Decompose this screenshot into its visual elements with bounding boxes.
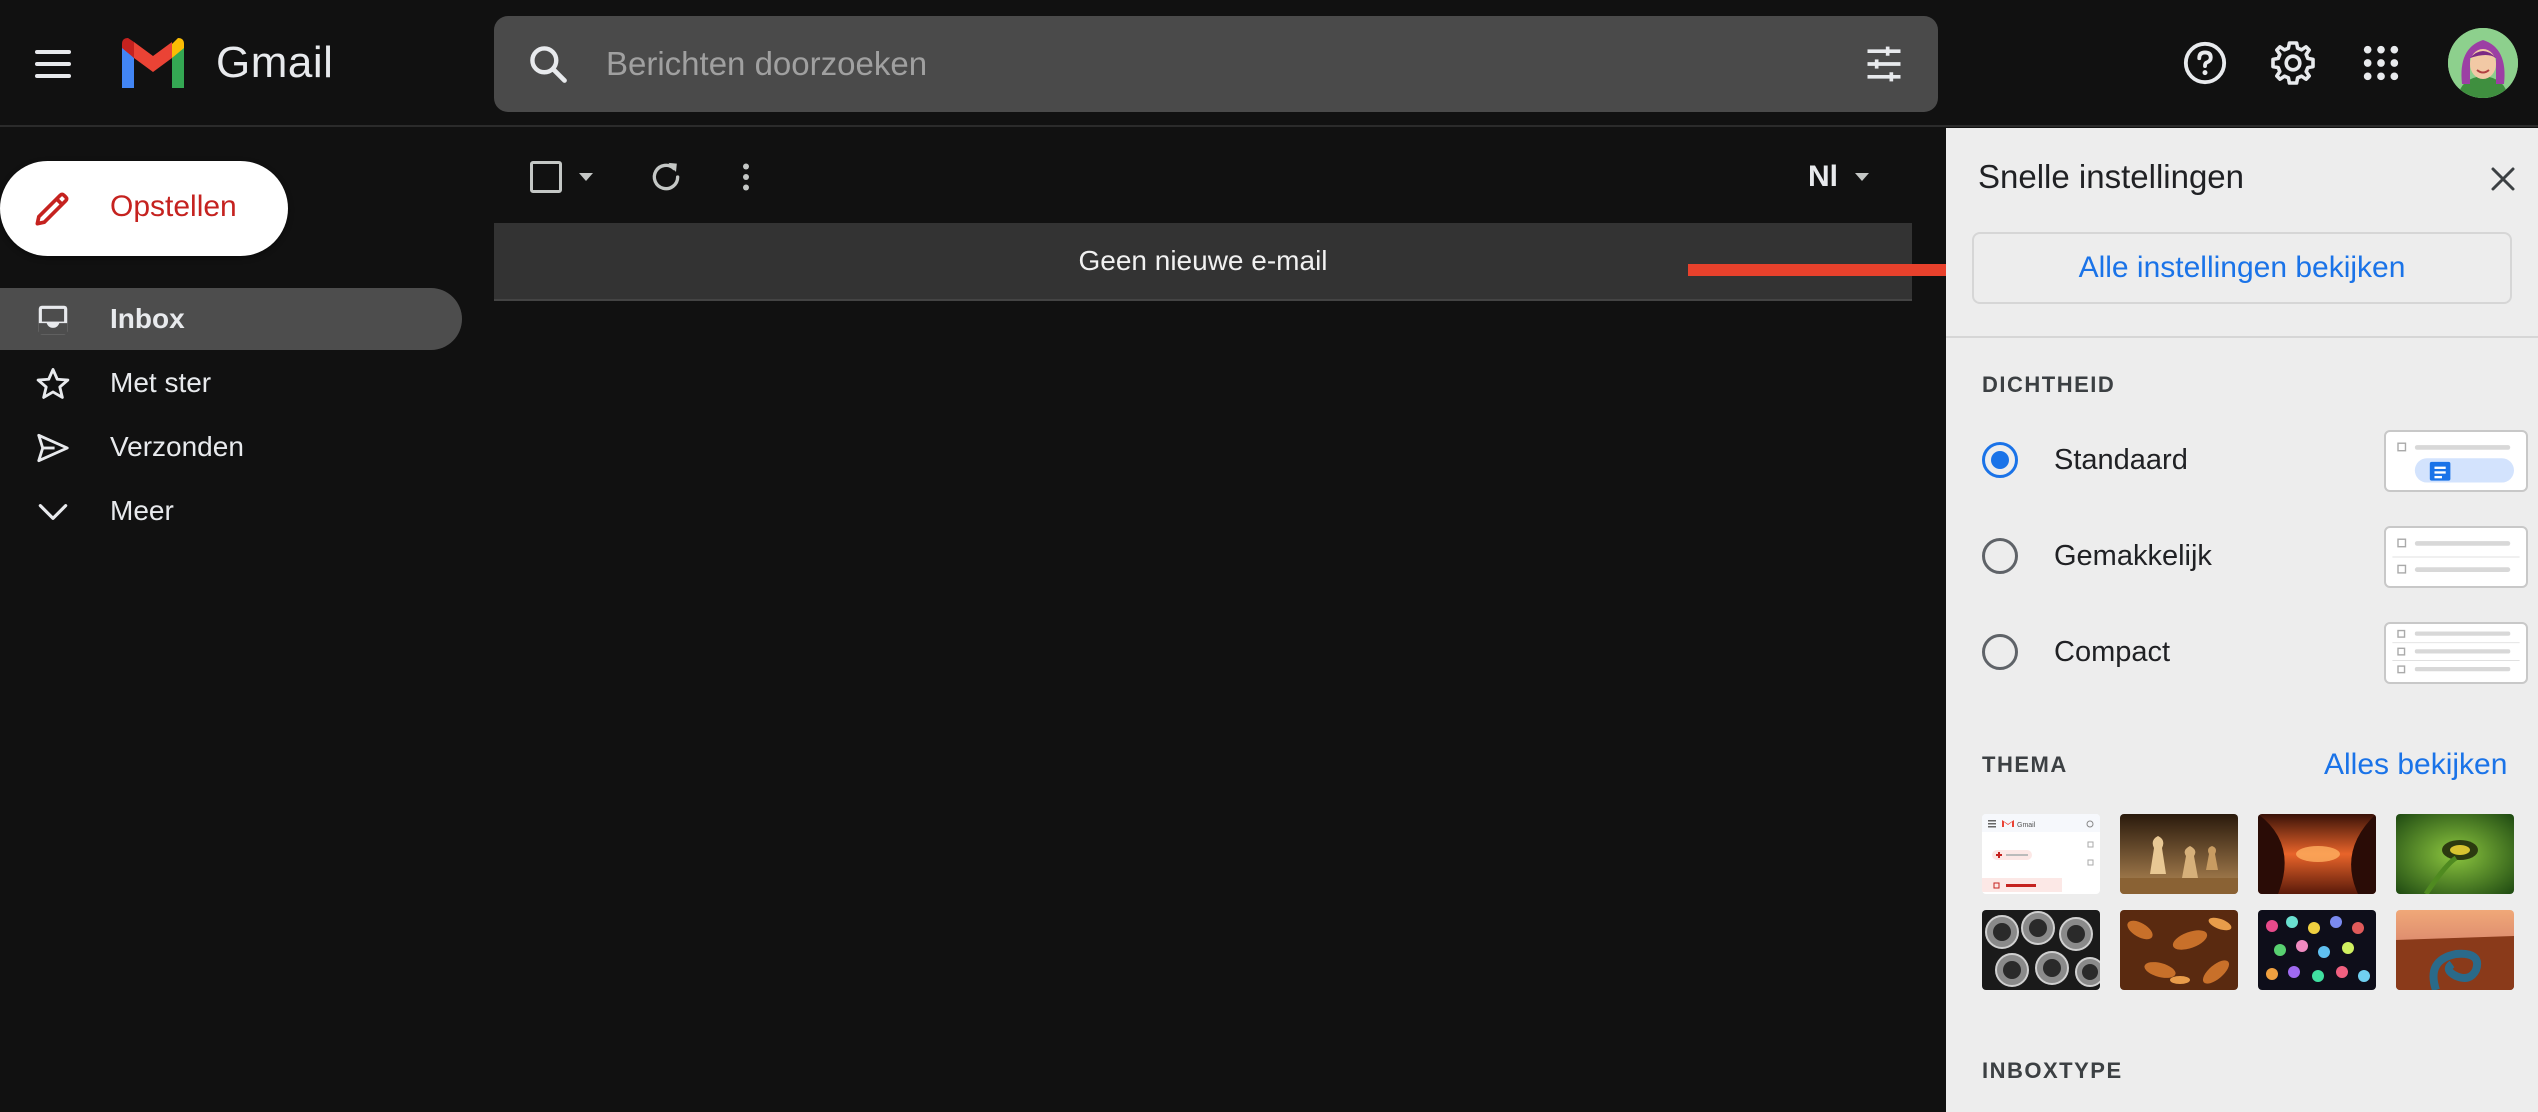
panel-title: Snelle instellingen bbox=[1978, 158, 2245, 195]
refresh-icon[interactable] bbox=[646, 157, 686, 197]
theme-lights-thumbnail[interactable] bbox=[2258, 910, 2376, 990]
divider bbox=[1946, 336, 2538, 338]
gear-icon bbox=[2271, 41, 2315, 85]
pencil-icon bbox=[35, 192, 69, 226]
svg-text:Gmail: Gmail bbox=[2017, 822, 2036, 829]
sidebar-item-sent[interactable]: Verzonden bbox=[0, 416, 462, 478]
density-preview-compact-icon bbox=[2384, 622, 2528, 684]
sidebar-item-label: Met ster bbox=[110, 367, 212, 398]
quick-settings-panel: Snelle instellingen Alle instellingen be… bbox=[1946, 128, 2538, 1112]
density-option-comfortable[interactable]: Gemakkelijk bbox=[1982, 526, 2528, 588]
account-avatar[interactable] bbox=[2448, 28, 2518, 98]
compose-button[interactable]: Opstellen bbox=[0, 161, 288, 256]
search-icon[interactable] bbox=[526, 42, 570, 86]
apps-grid-icon bbox=[2363, 45, 2399, 81]
settings-button[interactable] bbox=[2262, 32, 2324, 94]
density-preview-comfortable-icon bbox=[2384, 526, 2528, 588]
sidebar-item-label: Inbox bbox=[110, 303, 185, 334]
density-label: Gemakkelijk bbox=[2054, 540, 2212, 572]
density-label: Compact bbox=[2054, 636, 2171, 668]
theme-canyon-thumbnail[interactable] bbox=[2258, 814, 2376, 894]
hamburger-icon bbox=[35, 50, 71, 54]
main-menu-button[interactable] bbox=[22, 33, 84, 95]
theme-see-all-link[interactable]: Alles bekijken bbox=[2324, 748, 2507, 782]
inbox-type-section-label: INBOXTYPE bbox=[1982, 1058, 2123, 1083]
theme-bend-thumbnail[interactable] bbox=[2396, 910, 2514, 990]
theme-insect-thumbnail[interactable] bbox=[2396, 814, 2514, 894]
star-icon bbox=[36, 368, 70, 399]
density-radio[interactable] bbox=[1982, 442, 2018, 478]
more-vert-icon[interactable] bbox=[728, 157, 764, 197]
help-icon bbox=[2183, 41, 2227, 85]
sidebar-item-label: Meer bbox=[110, 495, 174, 526]
density-option-compact[interactable]: Compact bbox=[1982, 622, 2528, 684]
theme-leaves-thumbnail[interactable] bbox=[2120, 910, 2238, 990]
density-section-label: DICHTHEID bbox=[1982, 372, 2116, 397]
density-radio[interactable] bbox=[1982, 538, 2018, 574]
language-caret-icon[interactable] bbox=[1852, 170, 1872, 184]
theme-pipes-thumbnail[interactable] bbox=[1982, 910, 2100, 990]
close-icon[interactable] bbox=[2488, 164, 2518, 194]
theme-default-thumbnail[interactable]: Gmail bbox=[1982, 814, 2100, 894]
search-bar[interactable] bbox=[494, 16, 1938, 112]
top-bar: Gmail bbox=[0, 0, 2538, 127]
compose-label: Opstellen bbox=[110, 190, 237, 223]
gmail-wordmark: Gmail bbox=[216, 38, 334, 87]
search-options-icon[interactable] bbox=[1862, 42, 1906, 86]
inbox-icon bbox=[38, 305, 68, 335]
chevron-down-icon bbox=[38, 504, 68, 520]
google-apps-button[interactable] bbox=[2350, 32, 2412, 94]
theme-chess-thumbnail[interactable] bbox=[2120, 814, 2238, 894]
select-caret-icon[interactable] bbox=[576, 170, 596, 184]
send-icon bbox=[37, 433, 69, 463]
select-all-checkbox[interactable] bbox=[530, 161, 562, 193]
sidebar-item-starred[interactable]: Met ster bbox=[0, 352, 462, 414]
support-button[interactable] bbox=[2174, 32, 2236, 94]
input-language-button[interactable]: Nl bbox=[1808, 160, 1838, 194]
density-label: Standaard bbox=[2054, 444, 2188, 476]
density-option-standard[interactable]: Standaard bbox=[1982, 430, 2528, 492]
sidebar-item-label: Verzonden bbox=[110, 431, 244, 462]
density-preview-standard-icon bbox=[2384, 430, 2528, 492]
density-radio[interactable] bbox=[1982, 634, 2018, 670]
search-input[interactable] bbox=[606, 38, 1706, 90]
sidebar-item-inbox[interactable]: Inbox bbox=[0, 288, 462, 350]
avatar-icon bbox=[2448, 28, 2518, 98]
sidebar-item-more[interactable]: Meer bbox=[0, 480, 462, 542]
theme-section-label: THEMA bbox=[1982, 752, 2068, 777]
gmail-logo-icon[interactable] bbox=[116, 36, 190, 92]
all-settings-button[interactable]: Alle instellingen bekijken bbox=[1972, 232, 2512, 304]
